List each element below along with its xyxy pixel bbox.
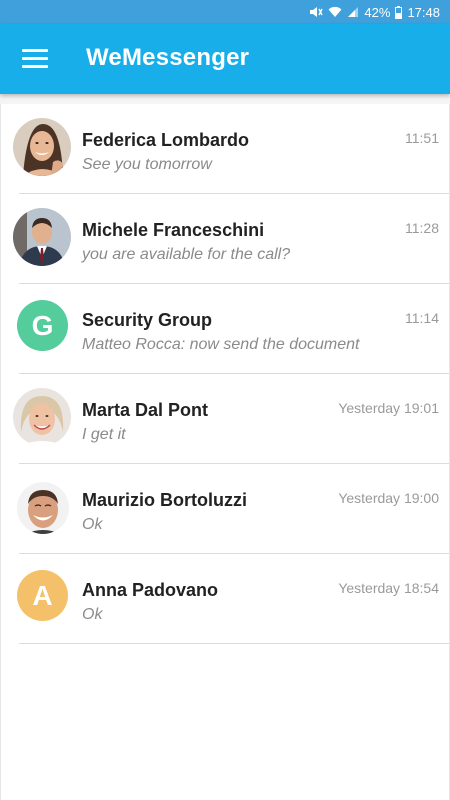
signal-icon [347,6,359,18]
chat-item-michele-franceschini[interactable]: Michele Franceschini you are available f… [1,194,449,284]
wifi-icon [328,6,342,18]
app-title: WeMessenger [86,44,250,71]
avatar [13,388,71,446]
app-bar: WeMessenger [0,24,450,94]
chat-time: Yesterday 19:00 [338,490,439,506]
battery-percent: 42% [364,4,391,20]
chat-last-message: Matteo Rocca: now send the document [82,336,360,353]
hamburger-menu-icon[interactable] [22,49,48,69]
chat-item-maurizio-bortoluzzi[interactable]: Maurizio Bortoluzzi Ok Yesterday 19:00 [1,464,449,554]
mute-icon [309,6,324,18]
chat-last-message: I get it [82,426,126,443]
avatar [13,208,71,266]
chat-time: 11:14 [405,310,439,326]
chat-last-message: Ok [82,606,103,623]
chat-name: Security Group [82,310,213,330]
avatar: G [17,300,68,351]
chat-last-message: you are available for the call? [82,246,291,263]
chat-item-security-group[interactable]: G Security Group Matteo Rocca: now send … [1,284,449,374]
chat-item-marta-dal-pont[interactable]: Marta Dal Pont I get it Yesterday 19:01 [1,374,449,464]
chat-name: Marta Dal Pont [82,400,209,420]
chat-last-message: Ok [82,516,103,533]
chat-time: Yesterday 19:01 [338,400,439,416]
chat-time: Yesterday 18:54 [338,580,439,596]
status-bar: 42% 17:48 [0,0,450,24]
chat-name: Anna Padovano [82,580,219,600]
chat-time: 11:51 [405,130,439,146]
chat-item-federica-lombardo[interactable]: Federica Lombardo See you tomorrow 11:51 [1,104,449,194]
chat-time: 11:28 [405,220,439,236]
avatar [17,482,69,534]
chat-name: Michele Franceschini [82,220,265,240]
avatar: A [17,570,68,621]
chat-item-anna-padovano[interactable]: A Anna Padovano Ok Yesterday 18:54 [1,554,449,644]
chat-list-container: Federica Lombardo See you tomorrow 11:51… [0,94,450,800]
chat-name: Maurizio Bortoluzzi [82,490,247,510]
chat-list[interactable]: Federica Lombardo See you tomorrow 11:51… [0,104,450,800]
divider [19,643,449,644]
chat-last-message: See you tomorrow [82,156,212,173]
avatar [13,118,71,176]
battery-icon [395,5,403,19]
chat-name: Federica Lombardo [82,130,250,150]
status-icons: 42% 17:48 [309,4,440,20]
clock: 17:48 [407,4,440,20]
